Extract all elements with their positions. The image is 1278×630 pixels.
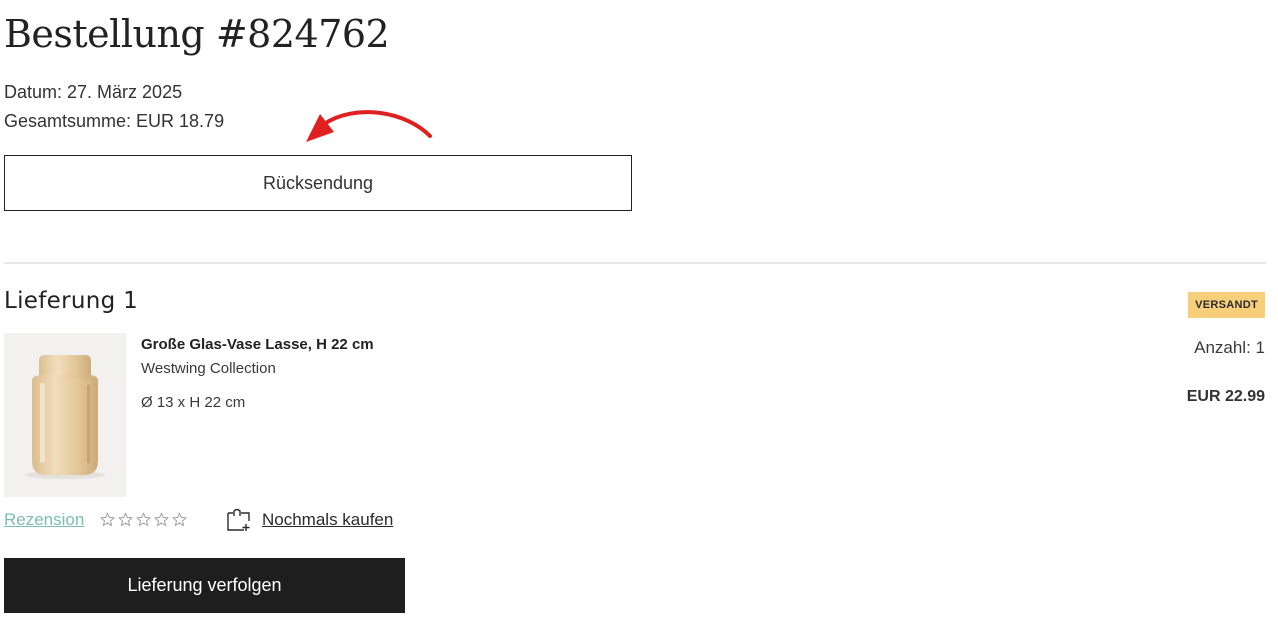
product-brand: Westwing Collection (141, 360, 276, 377)
order-total: Gesamtsumme: EUR 18.79 (4, 111, 225, 131)
section-divider (4, 262, 1266, 264)
status-badge: VERSANDT (1188, 292, 1265, 318)
star-icon[interactable] (153, 511, 170, 528)
star-rating[interactable] (99, 511, 188, 528)
product-name[interactable]: Große Glas-Vase Lasse, H 22 cm (141, 336, 374, 353)
return-button[interactable]: Rücksendung (4, 155, 632, 211)
product-price: EUR 22.99 (1186, 388, 1265, 405)
page-title: Bestellung #824762 (4, 12, 390, 56)
delivery-title: Lieferung 1 (4, 288, 139, 314)
star-icon[interactable] (117, 511, 134, 528)
vase-image[interactable] (4, 333, 126, 497)
star-icon[interactable] (135, 511, 152, 528)
order-detail-page: Bestellung #824762 Datum: 27. März 2025 … (0, 0, 1278, 630)
review-link[interactable]: Rezension (4, 510, 84, 530)
quantity-label: Anzahl: 1 (1194, 338, 1265, 357)
rebuy-label[interactable]: Nochmals kaufen (262, 510, 393, 530)
order-date: Datum: 27. März 2025 (4, 82, 183, 102)
star-icon[interactable] (171, 511, 188, 528)
track-delivery-button[interactable]: Lieferung verfolgen (4, 558, 405, 613)
red-arrow-annotation (306, 110, 432, 142)
star-icon[interactable] (99, 511, 116, 528)
product-dimensions: Ø 13 x H 22 cm (141, 394, 246, 411)
bag-plus-icon (227, 508, 250, 531)
rebuy-link[interactable]: Nochmals kaufen (226, 508, 393, 532)
